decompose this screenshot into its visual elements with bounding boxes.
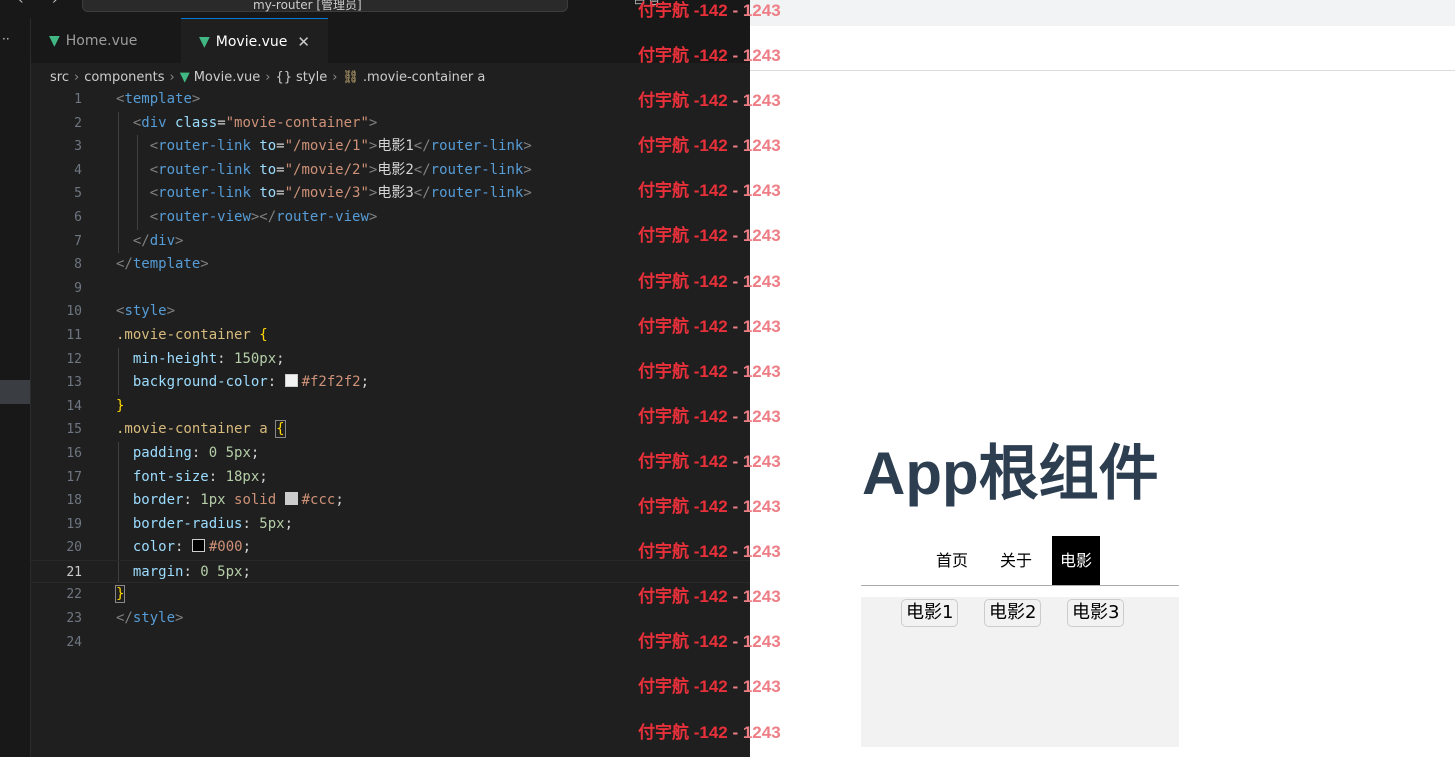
code-line: 4 <router-link to="/movie/2">电影2</router…: [31, 158, 750, 183]
tab-label: Movie.vue: [215, 33, 288, 50]
title-bar: ‹ › my-router [管理员] ▭ ⊟: [0, 0, 750, 18]
line-number: 11: [66, 327, 82, 343]
braces-icon: {}: [275, 69, 293, 85]
line-number: 18: [66, 493, 82, 509]
line-number: 7: [74, 233, 82, 249]
browser-toolbar: [750, 0, 1455, 26]
chevron-right-icon: ›: [169, 69, 175, 85]
line-number: 20: [66, 540, 82, 556]
line-number: 4: [74, 162, 82, 178]
command-center-text: my-router [管理员]: [253, 0, 362, 12]
color-swatch[interactable]: [191, 539, 205, 553]
line-number: 17: [66, 469, 82, 485]
line-number: 10: [66, 304, 82, 320]
code-line: 2 <div class="movie-container">: [31, 111, 750, 136]
code-line: 13 background-color: #f2f2f2;: [31, 371, 750, 395]
line-number: 3: [74, 139, 82, 155]
code-line: 15 .movie-container a {: [31, 418, 750, 442]
code-line: 7 </div>: [31, 229, 750, 254]
line-number: 12: [66, 351, 82, 367]
code-editor: ‹ › my-router [管理员] ▭ ⊟ ·· ▼ Home.vue ▼ …: [0, 0, 750, 757]
breadcrumb: src › components › ▼ Movie.vue › {} styl…: [50, 67, 485, 87]
line-number: 8: [74, 257, 82, 273]
code-line: 9: [31, 277, 750, 301]
app-nav: 首页 关于 电影: [861, 536, 1179, 586]
line-number: 6: [74, 209, 82, 225]
window-controls[interactable]: ▭ ⊟: [634, 0, 659, 8]
movie-container: 电影1 电影2 电影3: [861, 597, 1179, 747]
vue-icon: ▼: [198, 33, 210, 50]
chevron-right-icon: ›: [332, 69, 338, 85]
line-number: 19: [66, 516, 82, 532]
code-line: 23 </style>: [31, 607, 750, 631]
line-number: 5: [74, 186, 82, 202]
browser-preview: App根组件 首页 关于 电影 电影1 电影2 电影3: [750, 0, 1455, 757]
activity-bar: ··: [0, 18, 31, 757]
line-number: 2: [74, 115, 82, 131]
tab-label: Home.vue: [65, 32, 138, 49]
line-number: 9: [74, 280, 82, 296]
code-line: 20 color: #000;: [31, 536, 750, 560]
tab-movie-vue[interactable]: ▼ Movie.vue ✕: [181, 18, 328, 64]
line-number: 21: [66, 564, 82, 580]
breadcrumb-src[interactable]: src: [50, 70, 69, 85]
movie-link-2[interactable]: 电影2: [984, 599, 1042, 627]
vue-icon: ▼: [49, 32, 60, 49]
line-number: 23: [66, 611, 82, 627]
code-line: 6 <router-view></router-view>: [31, 205, 750, 230]
nav-link-home[interactable]: 首页: [929, 536, 975, 585]
activity-active-indicator[interactable]: [0, 380, 30, 404]
code-line: 10 <style>: [31, 300, 750, 324]
movie-link-1[interactable]: 电影1: [901, 599, 959, 627]
code-area[interactable]: 1 <template> 2 <div class="movie-containe…: [31, 88, 750, 654]
editor-tabs: ▼ Home.vue ▼ Movie.vue ✕: [31, 18, 750, 64]
line-number: 15: [66, 422, 82, 438]
breadcrumb-components[interactable]: components: [84, 70, 164, 85]
app-title: App根组件: [862, 440, 1159, 507]
breadcrumb-selector[interactable]: .movie-container a: [363, 70, 485, 85]
code-line: 16 padding: 0 5px;: [31, 441, 750, 466]
color-swatch[interactable]: [284, 374, 298, 388]
nav-link-about[interactable]: 关于: [993, 536, 1039, 585]
nav-arrows[interactable]: ‹ ›: [18, 0, 70, 8]
code-line: 22}: [31, 583, 750, 607]
line-number: 1: [74, 92, 82, 107]
breadcrumb-file[interactable]: Movie.vue: [194, 70, 261, 85]
command-center[interactable]: my-router [管理员]: [82, 0, 568, 12]
vue-icon: ▼: [179, 69, 190, 85]
code-line: 24: [31, 631, 750, 655]
line-number: 16: [66, 445, 82, 461]
line-number: 24: [66, 634, 82, 650]
divider: [750, 70, 1455, 71]
code-line: 3 <router-link to="/movie/1">电影1</router…: [31, 135, 750, 159]
code-line: 18 border: 1px solid #ccc;: [31, 489, 750, 513]
more-icon[interactable]: ··: [2, 32, 10, 46]
close-icon[interactable]: ✕: [297, 33, 310, 51]
tab-home-vue[interactable]: ▼ Home.vue: [49, 18, 137, 63]
code-line: 17 font-size: 18px;: [31, 465, 750, 490]
code-line: 14}: [31, 395, 750, 419]
code-line: 8 </template>: [31, 253, 750, 277]
line-number: 22: [66, 587, 82, 603]
code-line-current: 21 margin: 0 5px;: [31, 559, 750, 584]
line-number: 14: [66, 398, 82, 414]
line-number: 13: [66, 375, 82, 391]
chevron-right-icon: ›: [73, 69, 80, 85]
code-line: 1 <template>: [31, 88, 750, 112]
code-line: 5 <router-link to="/movie/3">电影3</router…: [31, 182, 750, 206]
code-line: 11 .movie-container {: [31, 324, 750, 348]
nav-link-movie[interactable]: 电影: [1052, 536, 1101, 585]
selector-symbol-icon: ⛓: [342, 69, 359, 85]
code-line: 19 border-radius: 5px;: [31, 512, 750, 537]
breadcrumb-style[interactable]: style: [296, 70, 327, 85]
movie-link-3[interactable]: 电影3: [1067, 599, 1125, 627]
chevron-right-icon: ›: [265, 69, 271, 85]
code-line: 12 min-height: 150px;: [31, 347, 750, 372]
color-swatch[interactable]: [284, 492, 298, 506]
